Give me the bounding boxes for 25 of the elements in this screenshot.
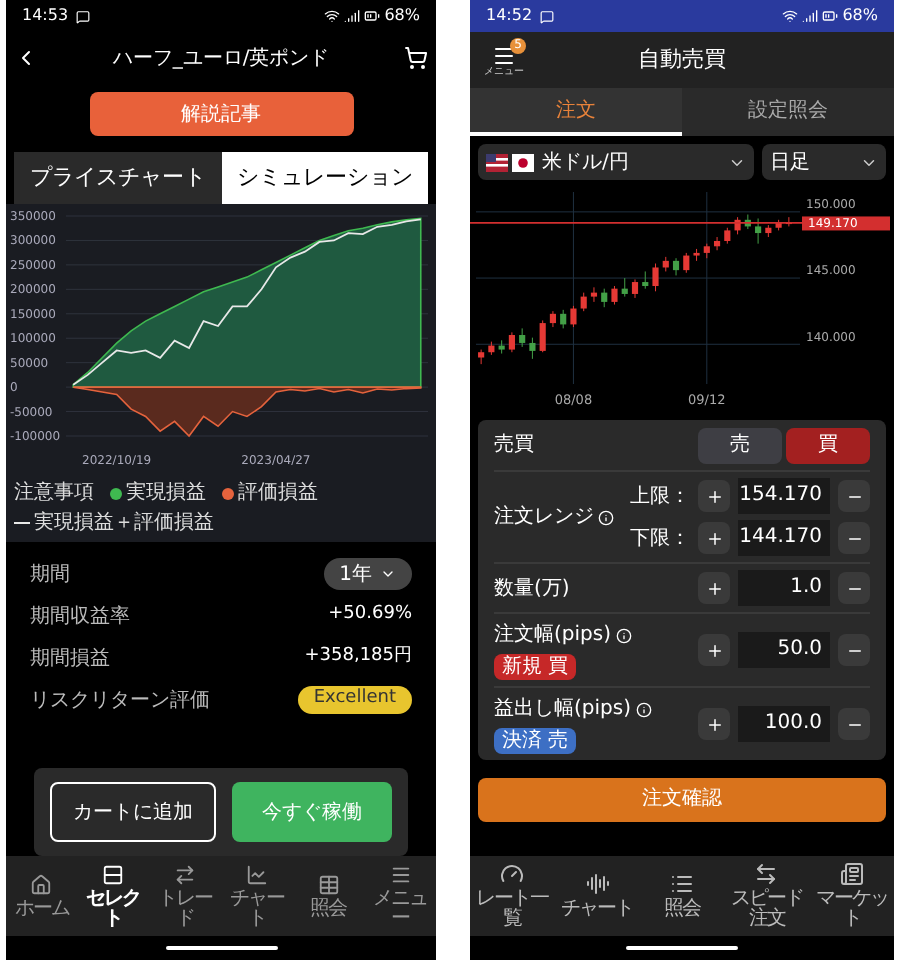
- page-title: 自動売買: [636, 43, 728, 76]
- order-tag: 新規 買: [494, 654, 577, 680]
- stat-label: 期間: [30, 561, 70, 589]
- form-label: 注文幅(pips): [494, 621, 611, 650]
- battery-level: 68%: [842, 4, 878, 28]
- stat-value: +50.69%: [328, 602, 412, 629]
- form-label: 益出し幅(pips): [494, 695, 631, 724]
- form-label: 数量(万): [494, 575, 570, 603]
- limit-label: 下限：: [630, 525, 690, 553]
- legend-label: 実現損益＋評価損益: [34, 509, 214, 538]
- stat-label: 期間収益率: [30, 603, 130, 631]
- legend-label: 実現損益: [126, 479, 206, 508]
- stat-value: +358,185円: [304, 644, 412, 671]
- status-time: 14:52: [486, 4, 533, 28]
- form-label: 売買: [494, 431, 534, 460]
- stat-label: 期間損益: [30, 645, 110, 673]
- battery-level: 68%: [384, 4, 420, 28]
- order-tag: 決済 売: [494, 728, 577, 754]
- status-time: 14:53: [22, 4, 69, 28]
- rating-badge: Excellent: [297, 686, 412, 714]
- form-label: 注文レンジ: [494, 503, 594, 532]
- legend-label: 評価損益: [238, 479, 318, 508]
- stat-label: リスクリターン評価: [30, 687, 210, 715]
- limit-label: 上限：: [630, 483, 690, 511]
- page-title: ハーフ_ユーロ/英ポンド: [112, 45, 330, 73]
